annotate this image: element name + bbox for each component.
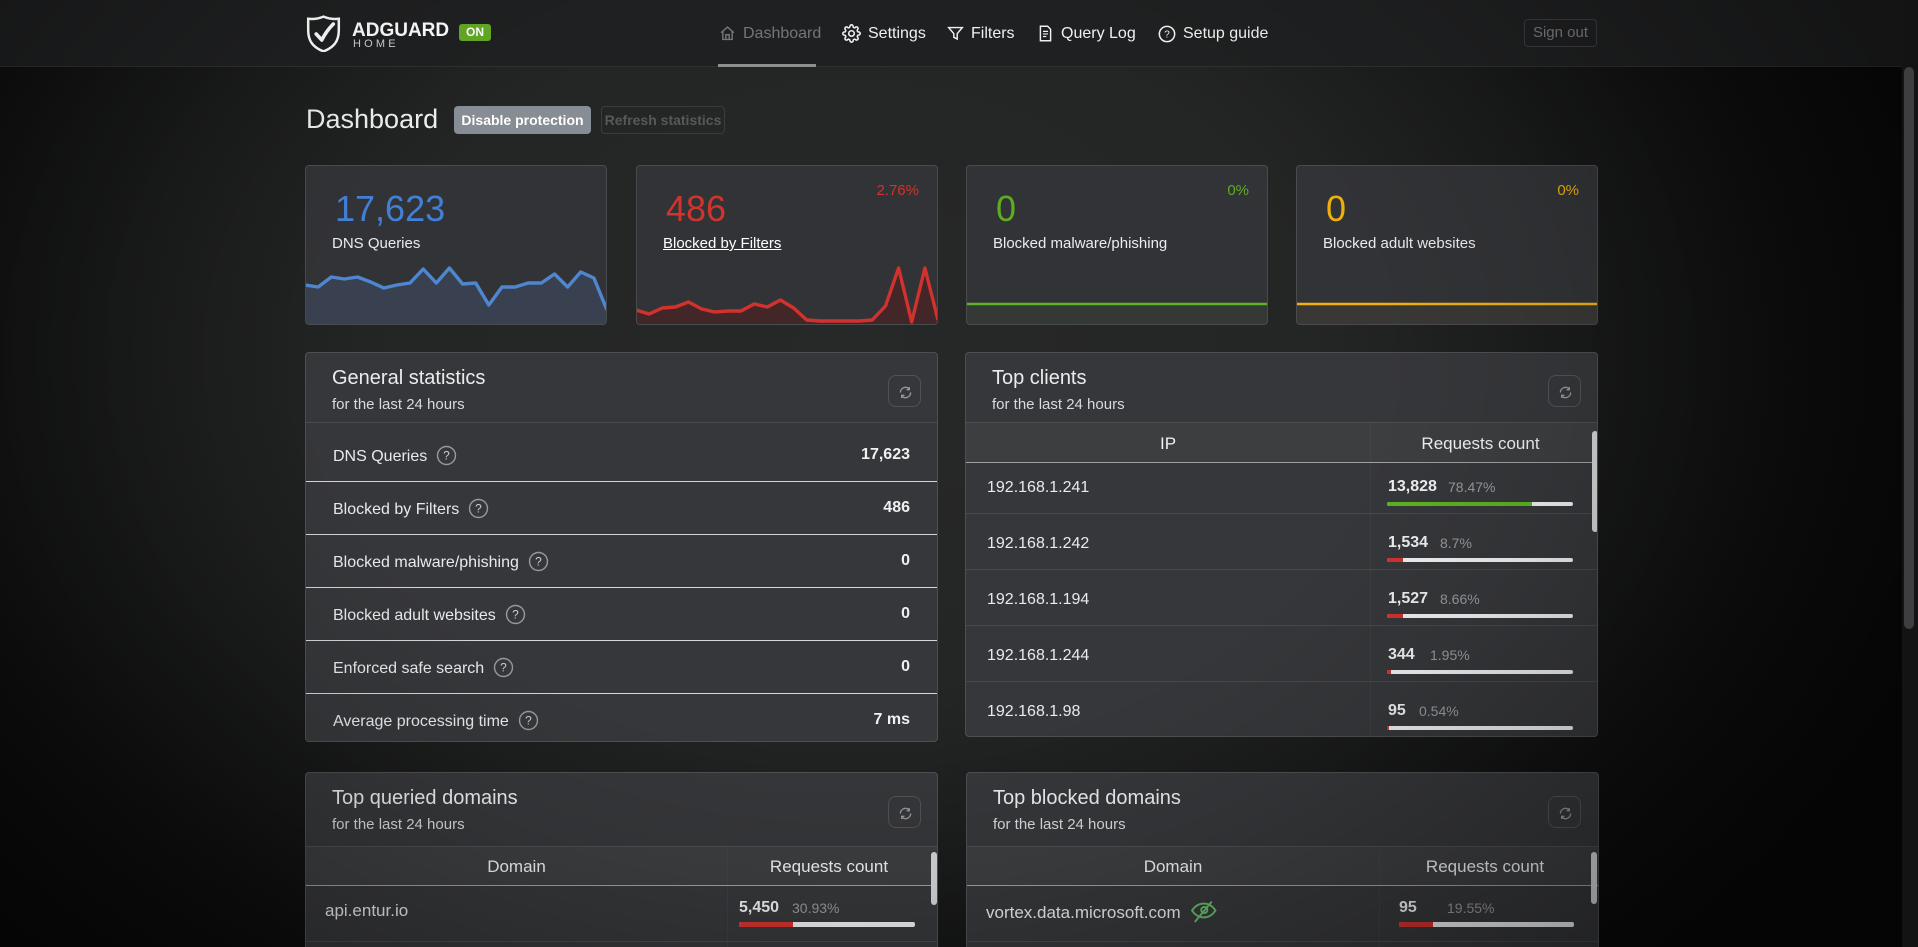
svg-text:?: ? bbox=[475, 502, 482, 516]
svg-text:?: ? bbox=[512, 608, 519, 622]
svg-text:?: ? bbox=[443, 449, 450, 463]
svg-text:?: ? bbox=[525, 714, 532, 728]
svg-text:?: ? bbox=[1164, 29, 1170, 40]
svg-text:?: ? bbox=[535, 555, 542, 569]
svg-text:?: ? bbox=[500, 661, 507, 675]
